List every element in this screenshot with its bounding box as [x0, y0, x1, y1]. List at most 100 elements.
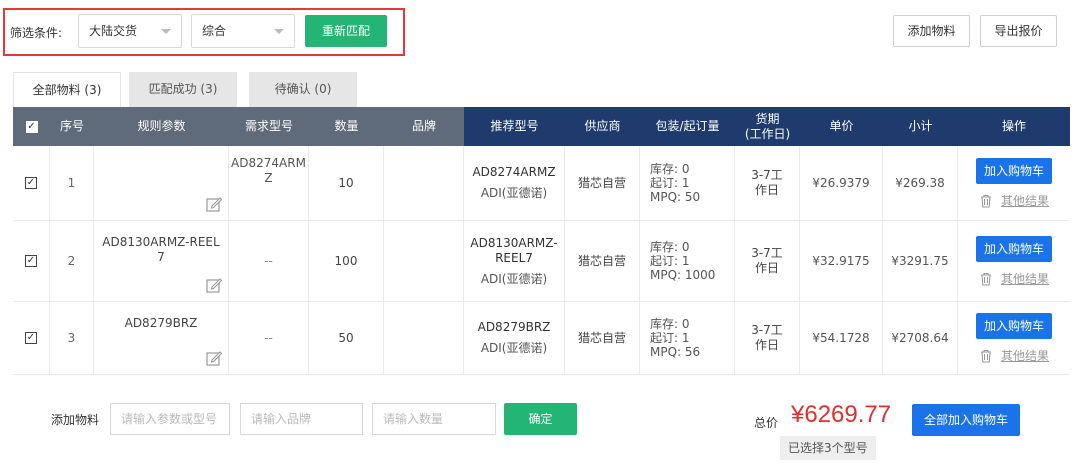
header-seq: 序号 [50, 107, 94, 146]
table-header: ✓ 序号 规则参数 需求型号 数量 品牌 推荐型号 供应商 包装/起订量 货期 … [13, 107, 1070, 146]
row-supplier: 猎芯自营 [565, 221, 640, 301]
row-package-cell: 库存: 0 起订: 1 MPQ: 1000 [640, 221, 735, 301]
row-delivery: 3-7工作日 [735, 221, 800, 301]
row-req-model: AD8274ARMZ [229, 146, 309, 220]
other-results-link[interactable]: 其他结果 [1001, 349, 1049, 364]
edit-icon[interactable] [206, 350, 222, 366]
row-subtotal: ¥269.38 [883, 146, 958, 220]
row-rec-model: AD8274ARMZ [472, 165, 556, 179]
other-results-link[interactable]: 其他结果 [1001, 194, 1049, 209]
row-seq: 2 [50, 221, 94, 301]
export-quote-button[interactable]: 导出报价 [980, 15, 1057, 47]
trash-icon[interactable] [979, 194, 993, 208]
row-req-model: -- [229, 221, 309, 301]
row-req-model: -- [229, 302, 309, 374]
add-material-button[interactable]: 添加物料 [893, 15, 970, 47]
row-spec: AD8130ARMZ-REEL7 [102, 235, 220, 264]
row-spec: AD8279BRZ [124, 316, 198, 330]
row-checkbox[interactable]: ✓ [25, 332, 37, 344]
row-spec-cell[interactable]: AD8279BRZ [94, 302, 229, 374]
row-stock: 库存: 0 [650, 240, 690, 254]
table-row: ✓ 1 AD8274ARMZ 10 AD8274ARMZ ADI(亚德诺) 猎芯… [13, 146, 1070, 221]
chevron-down-icon [274, 29, 284, 34]
row-rec-brand: ADI(亚德诺) [480, 271, 548, 286]
add-to-cart-button[interactable]: 加入购物车 [976, 235, 1052, 262]
row-mpq: MPQ: 50 [650, 190, 701, 204]
row-moq: 起订: 1 [650, 254, 690, 268]
edit-icon[interactable] [206, 196, 222, 212]
header-delivery-line2: (工作日) [744, 126, 791, 141]
row-spec-cell[interactable] [94, 146, 229, 220]
header-select-all-cell[interactable]: ✓ [13, 107, 50, 146]
delivery-select[interactable]: 大陆交货 [78, 14, 182, 48]
row-rec-model-cell: AD8274ARMZ ADI(亚德诺) [464, 146, 565, 220]
row-actions: 加入购物车 其他结果 [958, 221, 1070, 301]
delivery-select-value: 大陆交货 [89, 24, 138, 38]
other-results-link[interactable]: 其他结果 [1001, 272, 1049, 287]
row-checkbox[interactable]: ✓ [25, 255, 37, 267]
tab-all-materials[interactable]: 全部物料 (3) [13, 72, 121, 107]
edit-icon[interactable] [206, 277, 222, 293]
model-input[interactable]: 请输入参数或型号 [110, 403, 230, 435]
header-price: 单价 [800, 107, 883, 146]
row-delivery: 3-7工作日 [735, 302, 800, 374]
row-rec-brand: ADI(亚德诺) [480, 341, 548, 355]
header-spec: 规则参数 [94, 107, 229, 146]
row-spec-cell[interactable]: AD8130ARMZ-REEL7 [94, 221, 229, 301]
row-rec-model-cell: AD8279BRZ ADI(亚德诺) [464, 302, 565, 374]
row-actions: 加入购物车 其他结果 [958, 146, 1070, 220]
row-brand [384, 302, 464, 374]
trash-icon[interactable] [979, 272, 993, 286]
row-brand [384, 221, 464, 301]
select-all-checkbox[interactable]: ✓ [25, 120, 38, 133]
add-all-to-cart-button[interactable]: 全部加入购物车 [912, 404, 1020, 436]
header-req-model: 需求型号 [229, 107, 309, 146]
row-seq: 3 [50, 302, 94, 374]
header-package: 包装/起订量 [640, 107, 735, 146]
row-brand [384, 146, 464, 220]
row-mpq: MPQ: 1000 [650, 268, 716, 282]
tab-pending[interactable]: 待确认 (0) [249, 72, 357, 107]
row-qty: 10 [309, 146, 384, 220]
add-material-label: 添加物料 [51, 413, 100, 427]
rematch-button[interactable]: 重新匹配 [305, 15, 387, 47]
header-subtotal: 小计 [883, 107, 958, 146]
header-action: 操作 [958, 107, 1070, 146]
row-checkbox-cell[interactable]: ✓ [13, 221, 50, 301]
row-stock: 库存: 0 [650, 162, 690, 176]
tab-matched[interactable]: 匹配成功 (3) [129, 72, 237, 107]
row-rec-model: AD8279BRZ [477, 320, 551, 334]
confirm-button[interactable]: 确定 [504, 403, 577, 435]
selected-count-note: 已选择3个型号 [780, 436, 876, 460]
row-moq: 起订: 1 [650, 176, 690, 190]
row-price: ¥32.9175 [800, 221, 883, 301]
row-checkbox-cell[interactable]: ✓ [13, 146, 50, 220]
row-qty: 50 [309, 302, 384, 374]
row-supplier: 猎芯自营 [565, 302, 640, 374]
total-value: ¥6269.77 [791, 401, 892, 428]
row-seq: 1 [50, 146, 94, 220]
row-package-cell: 库存: 0 起订: 1 MPQ: 56 [640, 302, 735, 374]
row-checkbox[interactable]: ✓ [25, 177, 37, 189]
row-checkbox-cell[interactable]: ✓ [13, 302, 50, 374]
qty-input[interactable]: 请输入数量 [372, 403, 496, 435]
row-rec-model-cell: AD8130ARMZ-REEL7 ADI(亚德诺) [464, 221, 565, 301]
total-label: 总价 [754, 416, 779, 430]
chevron-down-icon [161, 29, 171, 34]
row-subtotal: ¥3291.75 [883, 221, 958, 301]
row-delivery: 3-7工作日 [735, 146, 800, 220]
row-rec-brand: ADI(亚德诺) [480, 186, 548, 200]
add-to-cart-button[interactable]: 加入购物车 [976, 312, 1052, 339]
sort-select[interactable]: 综合 [191, 14, 295, 48]
header-brand: 品牌 [384, 107, 464, 146]
table-row: ✓ 2 AD8130ARMZ-REEL7 -- 100 AD8130ARMZ-R… [13, 221, 1070, 302]
brand-input[interactable]: 请输入品牌 [240, 403, 363, 435]
sort-select-value: 综合 [202, 24, 227, 38]
trash-icon[interactable] [979, 349, 993, 363]
row-stock: 库存: 0 [650, 317, 690, 331]
row-actions: 加入购物车 其他结果 [958, 302, 1070, 374]
filter-label: 筛选条件: [10, 26, 63, 40]
add-to-cart-button[interactable]: 加入购物车 [976, 157, 1052, 184]
header-delivery: 货期 (工作日) [735, 107, 800, 146]
header-qty: 数量 [309, 107, 384, 146]
